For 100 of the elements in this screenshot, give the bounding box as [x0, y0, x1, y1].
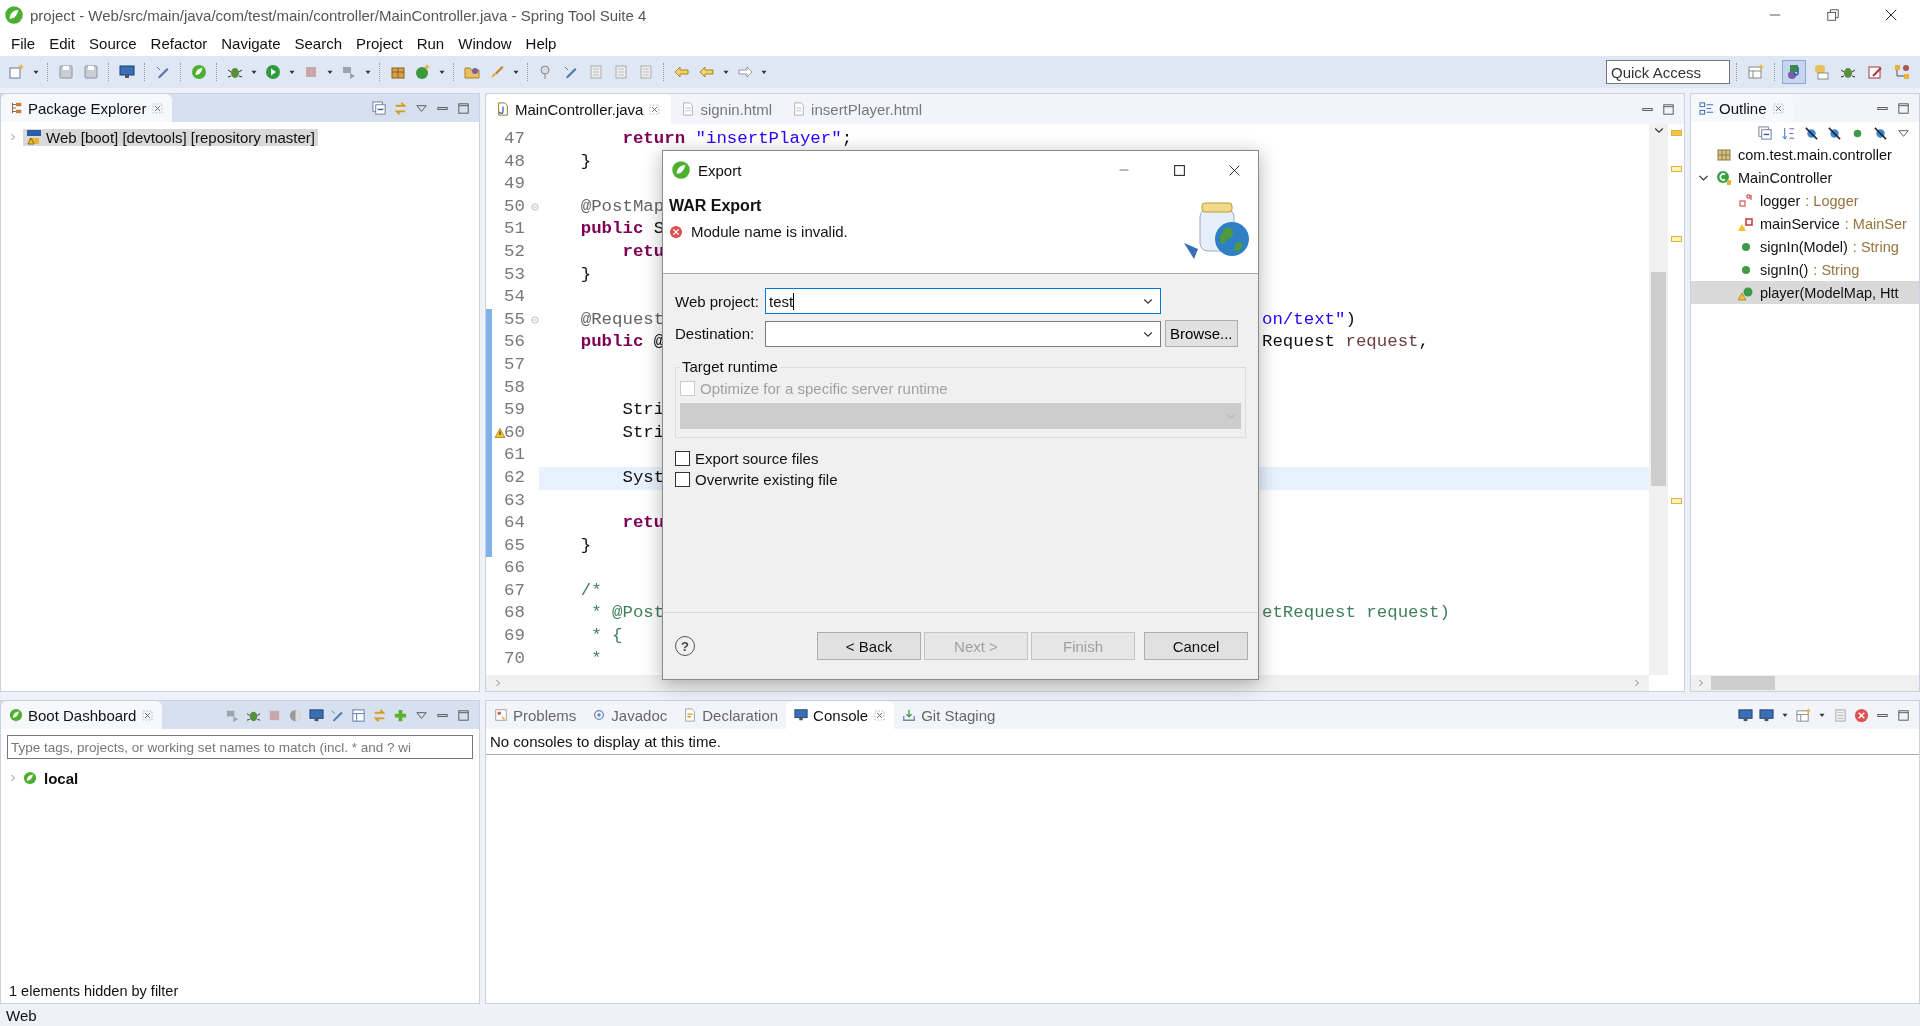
open-perspective-icon[interactable]	[1748, 64, 1764, 80]
sort-icon[interactable]	[1781, 126, 1796, 141]
table-icon[interactable]	[351, 707, 366, 723]
menu-item[interactable]: File	[4, 31, 43, 55]
link-icon[interactable]	[372, 707, 387, 723]
maximize-icon[interactable]	[1661, 101, 1676, 117]
panel-tab[interactable]: Declaration	[675, 701, 787, 729]
outline-item[interactable]: signIn() : String	[1691, 258, 1919, 281]
run-icon[interactable]	[265, 64, 281, 80]
field-icon	[1738, 192, 1754, 209]
outline-label: logger : Logger	[1760, 192, 1859, 209]
destination-combo[interactable]	[765, 320, 1161, 347]
package-icon[interactable]	[390, 64, 406, 80]
collapse-all-icon[interactable]	[372, 100, 387, 116]
console-icon[interactable]	[309, 707, 324, 723]
panel-tab[interactable]: Problems	[486, 701, 585, 729]
hide-static-icon[interactable]	[1827, 126, 1842, 141]
code-text: @PostMap	[579, 195, 665, 218]
forward-arrow-icon[interactable]	[737, 64, 753, 80]
line-number: 53	[504, 263, 526, 286]
monitor-icon[interactable]	[119, 64, 135, 80]
collapse-all-icon[interactable]	[1758, 126, 1773, 141]
tab-close-icon[interactable]	[141, 708, 155, 722]
link-editor-icon[interactable]	[393, 100, 408, 116]
code-text: * {	[590, 625, 623, 648]
outline-item[interactable]: player(ModelMap, Htt	[1691, 281, 1919, 304]
maximize-icon[interactable]	[1896, 100, 1911, 116]
new-file-icon[interactable]	[9, 64, 25, 80]
hide-local-icon[interactable]	[1873, 126, 1888, 141]
outline-item[interactable]: signIn(Model) : String	[1691, 235, 1919, 258]
tab-close-icon[interactable]	[151, 101, 165, 115]
menu-item[interactable]: Source	[82, 31, 144, 55]
brush-icon[interactable]	[489, 64, 505, 80]
maximize-icon[interactable]	[456, 100, 471, 116]
browse-button[interactable]: Browse...	[1165, 320, 1238, 347]
filter-field[interactable]: Type tags, projects, or working set names to match (incl. * and ? wi	[7, 735, 473, 759]
code-text: Request request,	[1262, 331, 1429, 354]
menu-item[interactable]: Search	[287, 31, 349, 55]
panel-tab[interactable]: Javadoc	[584, 701, 676, 729]
outline-item[interactable]: logger : Logger	[1691, 189, 1919, 212]
console-message: No consoles to display at this time.	[486, 729, 1919, 755]
remove-icon[interactable]	[1854, 707, 1869, 723]
outline-item[interactable]: com.test.main.controller	[1691, 143, 1919, 166]
menu-item[interactable]: Project	[349, 31, 410, 55]
pen-icon[interactable]	[563, 64, 579, 80]
close-icon	[1884, 8, 1898, 22]
web-project-combo[interactable]: test	[765, 288, 1161, 314]
tab-close-icon[interactable]	[873, 708, 887, 722]
dialog-button[interactable]: Cancel	[1144, 632, 1248, 660]
hide-fields-icon[interactable]	[1804, 126, 1819, 141]
editor-tab[interactable]: MainController.java	[486, 94, 672, 124]
line-number: 48	[504, 150, 526, 173]
horizontal-scrollbar[interactable]	[1691, 675, 1919, 691]
add-icon[interactable]	[393, 707, 408, 723]
code-text: Stri	[621, 399, 665, 422]
java-ee-perspective-icon[interactable]	[1786, 64, 1802, 80]
maximize-icon[interactable]	[1896, 707, 1911, 723]
checkbox[interactable]	[675, 451, 690, 466]
dialog-button[interactable]: < Back	[817, 632, 921, 660]
tab-close-icon[interactable]	[648, 102, 662, 116]
open-folder-icon[interactable]	[464, 64, 480, 80]
menu-item[interactable]: Help	[518, 31, 564, 55]
panel-tab[interactable]: Git Staging	[894, 701, 1004, 729]
edit-perspective-icon[interactable]	[1867, 64, 1883, 80]
menu-item[interactable]: Refactor	[143, 31, 215, 55]
menu-item[interactable]: Navigate	[214, 31, 288, 55]
outline-item[interactable]: MainController	[1691, 166, 1919, 189]
tab-close-icon[interactable]	[1771, 101, 1785, 115]
outline-item[interactable]: mainService : MainSer	[1691, 212, 1919, 235]
line-number: 68	[504, 602, 526, 625]
editor-tab[interactable]: signin.html	[671, 94, 783, 124]
line-number: 69	[504, 625, 526, 648]
panel-tab[interactable]: Outline	[1691, 94, 1793, 122]
quick-access-field[interactable]: Quick Access	[1606, 60, 1730, 84]
line-number: 62	[504, 466, 526, 489]
panel-tab[interactable]: Console	[786, 701, 895, 729]
hierarchy-icon[interactable]	[1894, 64, 1910, 80]
menu-item[interactable]: Edit	[42, 31, 83, 55]
checkbox[interactable]	[675, 472, 690, 487]
menu-item[interactable]: Window	[451, 31, 519, 55]
vertical-scrollbar[interactable]	[1649, 124, 1668, 675]
save-all-icon[interactable]	[83, 64, 99, 80]
maximize-icon[interactable]	[456, 707, 471, 723]
target-item[interactable]: local	[41, 769, 82, 787]
new-class-icon[interactable]	[415, 64, 431, 80]
back-arrow-icon[interactable]	[699, 64, 715, 80]
line-number: 63	[504, 489, 526, 512]
editor-tab[interactable]: insertPlayer.html	[782, 94, 932, 124]
panel-tab[interactable]: Boot Dashboard	[1, 701, 163, 729]
menu-item[interactable]: Run	[409, 31, 452, 55]
display-console-icon[interactable]	[1759, 707, 1774, 723]
open-console-icon[interactable]	[1796, 707, 1811, 723]
error-icon	[669, 224, 683, 239]
code-text: Syst	[621, 466, 665, 489]
project-item[interactable]: Web [boot] [devtools] [repository master]	[23, 128, 318, 146]
spring-boot-icon[interactable]	[191, 64, 207, 80]
back-arrow-icon[interactable]	[674, 64, 690, 80]
save-icon[interactable]	[58, 64, 74, 80]
panel-tab[interactable]: Package Explorer	[1, 94, 173, 122]
pen-icon[interactable]	[155, 64, 171, 80]
